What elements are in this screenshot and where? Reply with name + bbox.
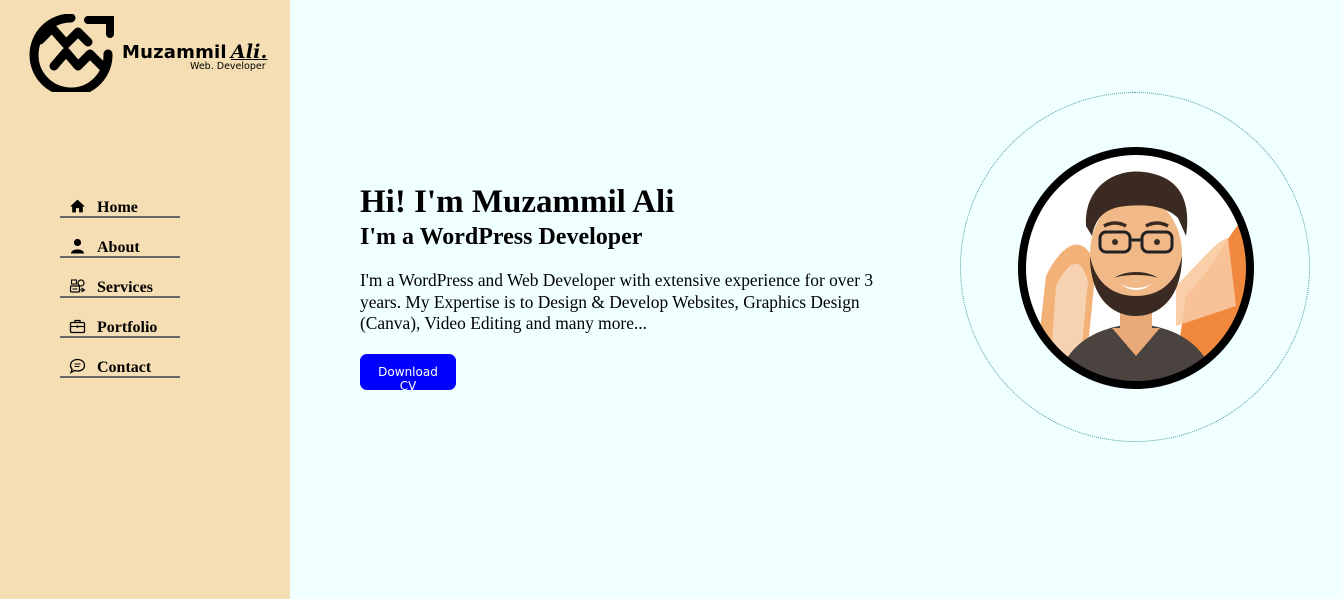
brand-name: Muzammil Ali.	[122, 41, 268, 63]
briefcase-icon	[60, 316, 97, 336]
services-icon	[60, 276, 97, 296]
nav-item-label: Home	[97, 198, 138, 216]
brand-tagline: Web. Developer	[190, 61, 266, 72]
sidebar: Muzammil Ali. Web. Developer Home About S…	[0, 0, 290, 599]
hero-section: Hi! I'm Muzammil Ali I'm a WordPress Dev…	[360, 184, 920, 395]
brand-name-accent: Ali.	[230, 41, 268, 63]
hero-description: I'm a WordPress and Web Developer with e…	[360, 270, 874, 333]
home-icon	[60, 196, 97, 216]
mw-monogram-icon	[29, 14, 114, 92]
brand-logo[interactable]: Muzammil Ali. Web. Developer	[26, 14, 276, 94]
nav-item-about[interactable]: About	[60, 236, 180, 258]
nav-item-label: Services	[97, 278, 153, 296]
main-nav: Home About Services Portfolio Contact	[60, 196, 180, 396]
user-icon	[60, 236, 97, 256]
nav-item-contact[interactable]: Contact	[60, 356, 180, 378]
nav-item-label: Portfolio	[97, 318, 158, 336]
nav-item-portfolio[interactable]: Portfolio	[60, 316, 180, 338]
hero-title: Hi! I'm Muzammil Ali	[360, 184, 675, 220]
download-cv-button[interactable]: Download CV	[360, 353, 456, 393]
nav-item-label: About	[97, 238, 140, 256]
nav-item-label: Contact	[97, 358, 152, 376]
nav-item-services[interactable]: Services	[60, 276, 180, 298]
hero-subtitle: I'm a WordPress Developer	[360, 224, 643, 250]
profile-avatar	[1018, 147, 1254, 389]
chat-icon	[60, 356, 97, 376]
nav-item-home[interactable]: Home	[60, 196, 180, 218]
